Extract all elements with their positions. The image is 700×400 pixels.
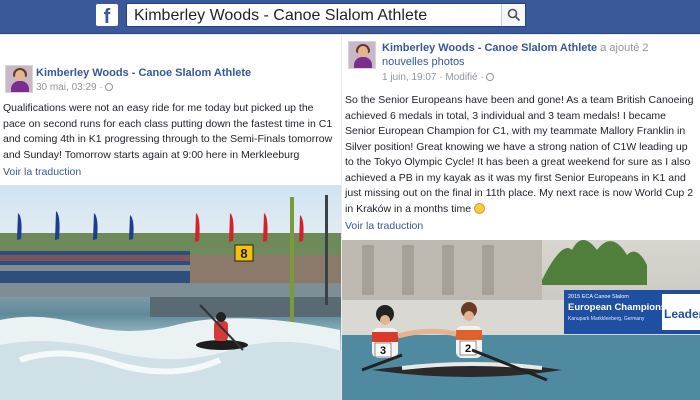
post-timestamp[interactable]: 30 mai, 03:29 ·: [36, 82, 113, 93]
post-author[interactable]: Kimberley Woods - Canoe Slalom Athlete: [36, 67, 251, 79]
top-bar: f Kimberley Woods - Canoe Slalom Athlete: [0, 0, 700, 34]
smiley-emoji-icon: [473, 202, 485, 214]
added-photos-link[interactable]: nouvelles photos: [382, 56, 465, 68]
search-icon: [507, 8, 521, 22]
see-translation-link[interactable]: Voir la traduction: [3, 166, 81, 178]
post-action: a ajouté 2: [600, 42, 649, 54]
banner-line1: 2015 ECA Canoe Slalom: [568, 294, 629, 300]
banner-side: Leader: [664, 307, 700, 321]
post-card-2: Kimberley Woods - Canoe Slalom Athlete a…: [342, 35, 700, 400]
post-text: So the Senior Europeans have been and go…: [345, 94, 694, 215]
post-card-1: Kimberley Woods - Canoe Slalom Athlete 3…: [0, 35, 341, 400]
post-photo-slalom[interactable]: 8: [0, 185, 341, 400]
search-button[interactable]: [501, 4, 525, 26]
bib-right: 2: [465, 343, 471, 355]
bib-left: 3: [380, 345, 386, 357]
avatar[interactable]: [5, 65, 33, 93]
search-field[interactable]: Kimberley Woods - Canoe Slalom Athlete: [126, 3, 526, 27]
see-translation-link[interactable]: Voir la traduction: [345, 220, 423, 232]
globe-icon: [104, 83, 113, 91]
avatar[interactable]: [348, 41, 376, 69]
search-input[interactable]: Kimberley Woods - Canoe Slalom Athlete: [134, 7, 427, 25]
banner-line3: Kanupark Markkleeberg, Germany: [568, 316, 645, 322]
post-text: Qualifications were not an easy ride for…: [3, 102, 333, 161]
post-photo-championships[interactable]: 2015 ECA Canoe Slalom European Champions…: [342, 240, 700, 400]
gate-number: 8: [240, 246, 247, 261]
slalom-course-illustration: 8: [0, 195, 341, 400]
facebook-logo-icon[interactable]: f: [96, 4, 118, 26]
globe-icon: [485, 73, 494, 81]
post-timestamp[interactable]: 1 juin, 19:07 · Modifié ·: [382, 72, 494, 83]
post-author[interactable]: Kimberley Woods - Canoe Slalom Athlete a…: [382, 42, 649, 54]
championship-illustration: 2015 ECA Canoe Slalom European Champions…: [342, 240, 700, 400]
